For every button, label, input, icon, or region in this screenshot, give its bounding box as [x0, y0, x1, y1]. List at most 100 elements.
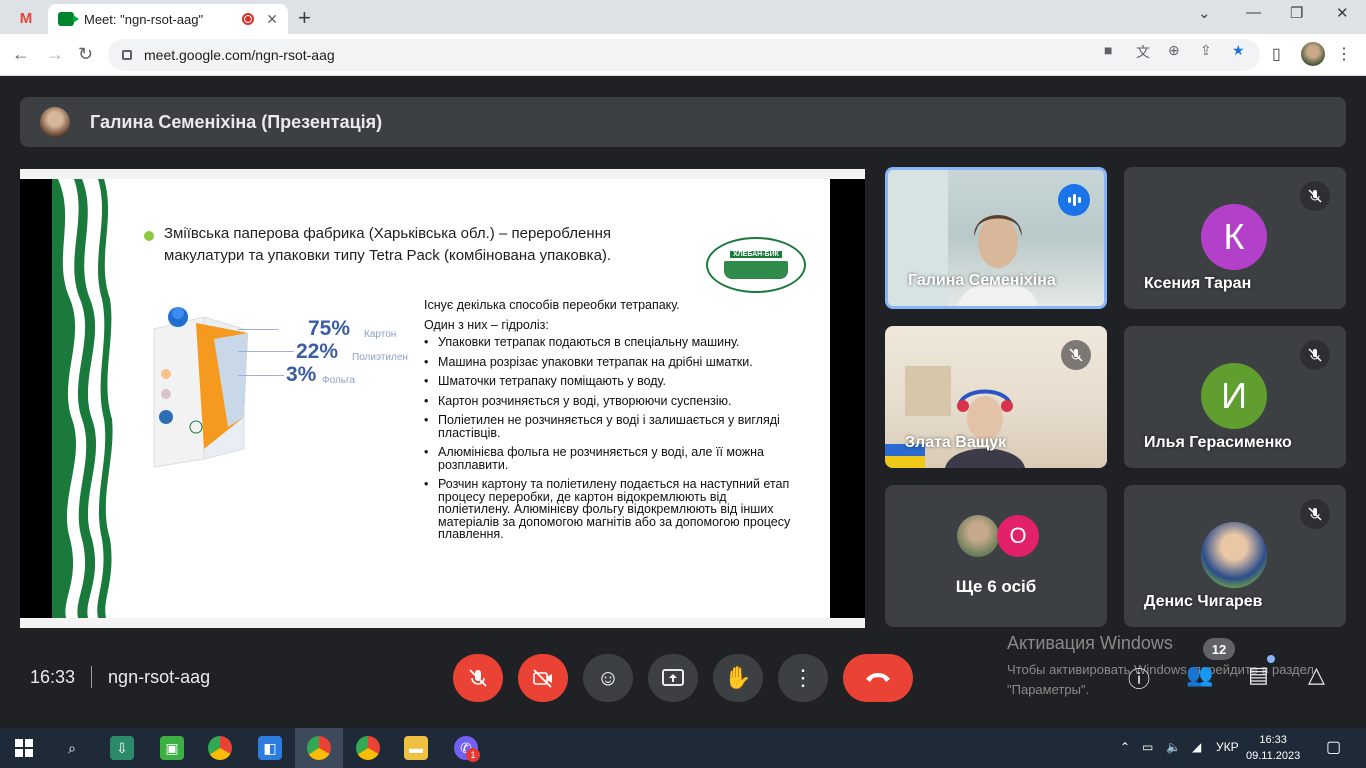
- clock-time: 16:33: [1259, 734, 1287, 746]
- maximize-button[interactable]: ❐: [1290, 4, 1303, 22]
- network-icon[interactable]: ◢: [1192, 740, 1201, 754]
- chrome-profile-icon[interactable]: [356, 736, 380, 760]
- pointer-line: [238, 375, 284, 376]
- camera-icon[interactable]: ■: [1104, 42, 1112, 58]
- activities-icon[interactable]: △: [1308, 662, 1325, 688]
- title-bullet-icon: [144, 231, 154, 241]
- share-icon[interactable]: ⇪: [1200, 42, 1212, 59]
- presenter-avatar: [40, 107, 70, 137]
- clock[interactable]: 16:33 09.11.2023: [1246, 732, 1300, 764]
- raise-hand-button[interactable]: ✋: [713, 654, 763, 702]
- present-screen-icon: [662, 669, 684, 686]
- camera-toggle-button[interactable]: [518, 654, 568, 702]
- participant-name: Денис Чигарев: [1144, 593, 1263, 610]
- reactions-button[interactable]: ☺: [583, 654, 633, 702]
- meeting-code: ngn-rsot-aag: [108, 666, 211, 687]
- more-options-button[interactable]: ⋮: [778, 654, 828, 702]
- more-participants-label: Ще 6 осіб: [955, 577, 1037, 596]
- mic-off-icon: [469, 669, 487, 687]
- slide-body: Існує декілька способів переобки тетрапа…: [424, 295, 796, 548]
- pointer-line: [238, 351, 294, 352]
- tab-close-icon[interactable]: ✕: [266, 11, 278, 28]
- bullet-item: Поліетилен не розчиняється у воді і зали…: [424, 414, 796, 439]
- participant-tile[interactable]: К Ксения Таран: [1124, 167, 1346, 309]
- chrome-active-icon[interactable]: [307, 736, 331, 760]
- participant-name: Злата Ващук: [905, 434, 1007, 451]
- bookmark-star-icon[interactable]: ★: [1232, 42, 1245, 59]
- windows-start-icon[interactable]: [12, 736, 36, 760]
- close-window-button[interactable]: ✕: [1336, 4, 1349, 22]
- chat-notification-dot: [1267, 655, 1275, 663]
- chrome-icon[interactable]: [208, 736, 232, 760]
- participant-tile[interactable]: Денис Чигарев: [1124, 485, 1346, 627]
- participant-tile[interactable]: И Илья Герасименко: [1124, 326, 1346, 468]
- slide-title: Зміївська паперова фабрика (Харьківська …: [164, 225, 612, 264]
- minimize-button[interactable]: —: [1246, 4, 1261, 21]
- app-icon[interactable]: ◧: [258, 736, 282, 760]
- divider: [91, 666, 93, 688]
- reload-icon[interactable]: ↻: [78, 44, 93, 65]
- percent-cardboard: 75%: [308, 317, 351, 340]
- participant-tile[interactable]: Галина Семеніхіна: [885, 167, 1107, 309]
- app-icon[interactable]: ⇩: [110, 736, 134, 760]
- recording-icon: [242, 13, 255, 25]
- tab-search-icon[interactable]: ⌄: [1198, 4, 1211, 22]
- more-participants-tile[interactable]: О Ще 6 осіб: [885, 485, 1107, 627]
- participant-avatar: К: [1201, 204, 1267, 270]
- omnibox[interactable]: meet.google.com/ngn-rsot-aag: [108, 39, 1260, 71]
- bullet-item: Машина розрізає упаковки тетрапак на дрі…: [424, 355, 796, 369]
- hand-icon: ✋: [724, 665, 752, 690]
- meet-favicon-icon: [58, 12, 79, 26]
- profile-avatar[interactable]: [1301, 42, 1325, 66]
- mic-muted-icon: [1300, 499, 1330, 529]
- camera-off-icon: [533, 669, 552, 688]
- tetra-pak-carton-image: [153, 307, 248, 468]
- side-panel-icon[interactable]: ▯: [1272, 44, 1281, 64]
- leave-call-button[interactable]: [843, 654, 913, 702]
- slide-wave-decoration: [52, 179, 116, 618]
- tab-title: Meet: "ngn-rsot-aag": [84, 11, 204, 27]
- windows-taskbar: ⌕ ⇩ ▣ ◧ ▬ ✆ 1 ⌃ ▭ 🔈 ◢ УКР 16:33 09.11.20…: [0, 728, 1366, 768]
- url-text[interactable]: meet.google.com/ngn-rsot-aag: [144, 47, 335, 63]
- translate-icon[interactable]: 文: [1136, 42, 1150, 62]
- gmail-tab-icon[interactable]: M: [8, 6, 44, 30]
- lock-icon[interactable]: [122, 50, 132, 60]
- activation-title: Активация Windows: [1007, 633, 1173, 653]
- language-indicator[interactable]: УКР: [1216, 740, 1239, 754]
- app-icon[interactable]: ▣: [160, 736, 184, 760]
- participant-name: Илья Герасименко: [1144, 434, 1292, 451]
- logo-text: ХЛЕБАН-БИК: [730, 251, 782, 258]
- mic-toggle-button[interactable]: [453, 654, 503, 702]
- back-icon[interactable]: ←: [12, 44, 30, 65]
- presentation-view[interactable]: Зміївська паперова фабрика (Харьківська …: [20, 169, 865, 628]
- forward-icon[interactable]: →: [46, 44, 64, 65]
- chrome-menu-icon[interactable]: ⋮: [1336, 44, 1352, 64]
- zoom-icon[interactable]: ⊕: [1168, 42, 1180, 59]
- slide-window-statusbar: [20, 618, 865, 628]
- bullet-item: Упаковки тетрапак подаються в спеціальну…: [424, 336, 796, 349]
- participant-avatar: [957, 515, 999, 557]
- search-icon[interactable]: ⌕: [60, 736, 84, 760]
- meeting-time: 16:33: [30, 666, 76, 687]
- speaking-indicator-icon: [1058, 184, 1090, 216]
- windows-activation-watermark: Активация Windows Чтобы активировать Win…: [1007, 633, 1327, 700]
- intro-line: Існує декілька способів переобки тетрапа…: [424, 298, 680, 312]
- meeting-details-icon[interactable]: ⓘ: [1128, 662, 1150, 694]
- percent-polyethylene: 22%: [296, 340, 339, 363]
- notifications-icon[interactable]: ▢: [1326, 737, 1341, 757]
- browser-tabbar: M Meet: "ngn-rsot-aag" ✕ + ⌄ — ❐ ✕: [0, 0, 1366, 34]
- battery-icon[interactable]: ▭: [1142, 740, 1153, 754]
- meet-tab[interactable]: Meet: "ngn-rsot-aag" ✕: [48, 4, 288, 34]
- people-icon[interactable]: 👥: [1186, 662, 1213, 688]
- emoji-icon: ☺: [596, 665, 620, 690]
- activation-text: Чтобы активировать Windows, перейдите в …: [1007, 662, 1314, 697]
- tray-chevron-icon[interactable]: ⌃: [1120, 740, 1130, 754]
- viber-badge: 1: [466, 748, 480, 762]
- new-tab-button[interactable]: +: [298, 5, 311, 31]
- present-button[interactable]: [648, 654, 698, 702]
- volume-icon[interactable]: 🔈: [1166, 740, 1181, 754]
- folder-icon[interactable]: ▬: [404, 736, 428, 760]
- participant-tile[interactable]: Злата Ващук: [885, 326, 1107, 468]
- chat-icon[interactable]: ▤: [1248, 662, 1269, 688]
- mic-muted-icon: [1061, 340, 1091, 370]
